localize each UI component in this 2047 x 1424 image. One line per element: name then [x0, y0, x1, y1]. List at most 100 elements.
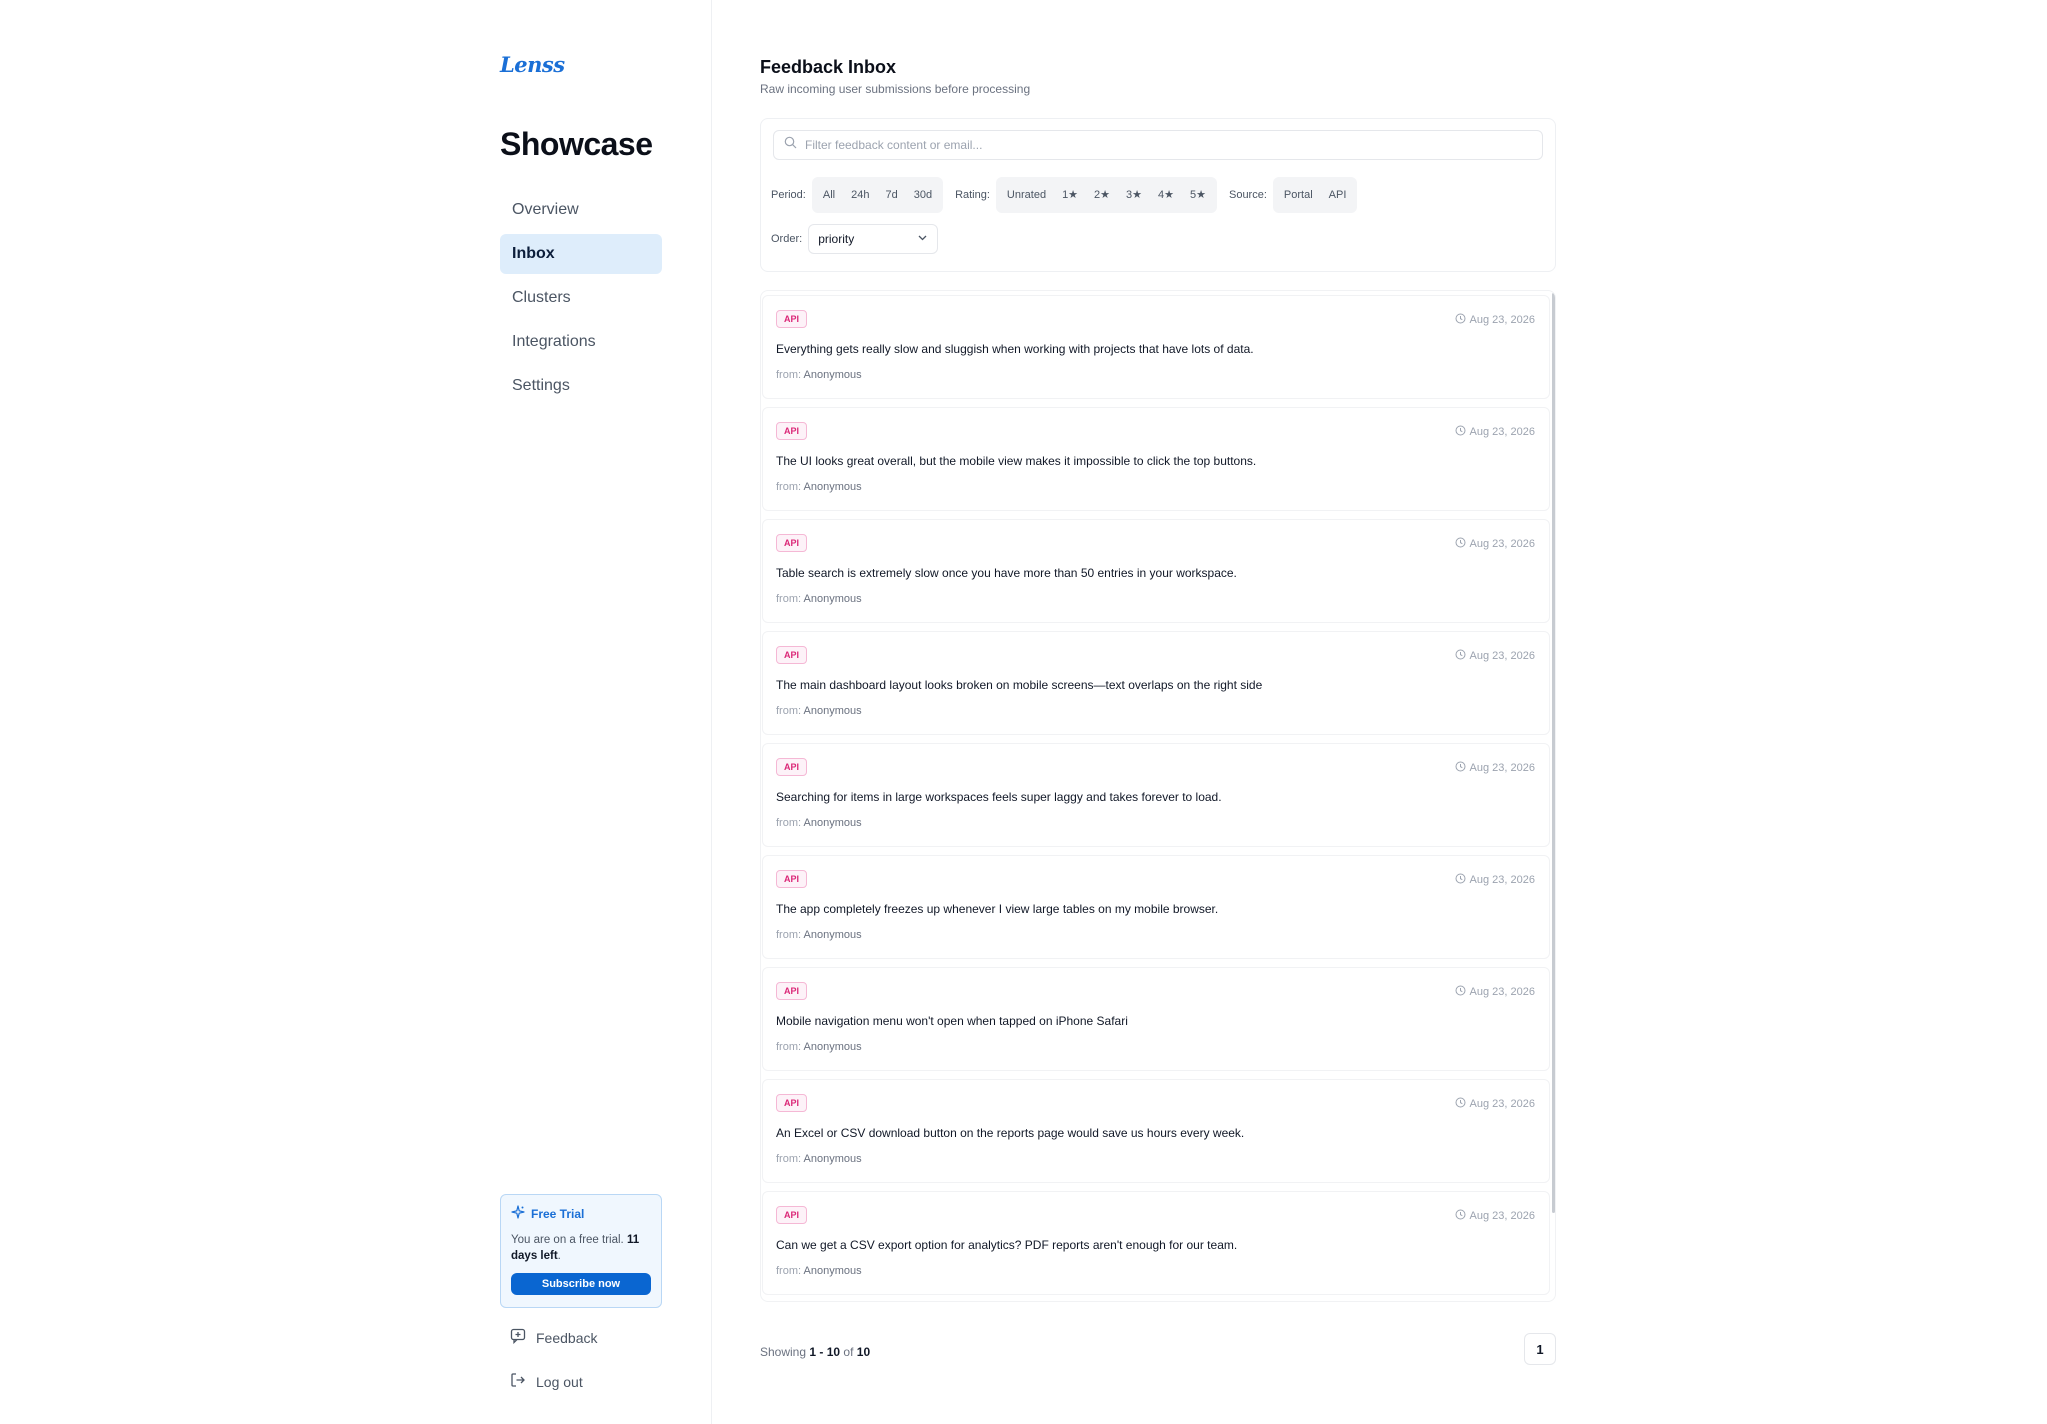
rating-option-2[interactable]: 2★: [1086, 180, 1118, 210]
clock-icon: [1455, 761, 1466, 775]
source-option-portal[interactable]: Portal: [1276, 180, 1321, 210]
feedback-sender-name: Anonymous: [803, 593, 862, 605]
feedback-date: Aug 23, 2026: [1455, 649, 1535, 663]
rating-option-3[interactable]: 3★: [1118, 180, 1150, 210]
feedback-date-text: Aug 23, 2026: [1469, 1098, 1535, 1110]
feedback-sender-name: Anonymous: [803, 1153, 862, 1165]
feedback-from-label: from:: [776, 1041, 802, 1053]
feedback-from-label: from:: [776, 929, 802, 941]
feedback-content: Mobile navigation menu won't open when t…: [776, 1014, 1128, 1028]
list-scrollbar[interactable]: [1552, 293, 1555, 1213]
feedback-sender: from: Anonymous: [776, 593, 862, 605]
sidebar-item-inbox[interactable]: Inbox: [500, 234, 662, 274]
pagination-range: 1 - 10: [809, 1345, 841, 1359]
feedback-sender-name: Anonymous: [803, 1041, 862, 1053]
sidebar-item-clusters[interactable]: Clusters: [500, 278, 662, 318]
feedback-from-label: from:: [776, 593, 802, 605]
feedback-sender-name: Anonymous: [803, 481, 862, 493]
feedback-card[interactable]: API Aug 23, 2026 An Excel or CSV download …: [762, 1079, 1550, 1183]
clock-icon: [1455, 873, 1466, 887]
filter-row-primary: Period: All 24h 7d 30d Rating: Unrated 1…: [771, 177, 1369, 213]
feedback-date: Aug 23, 2026: [1455, 985, 1535, 999]
period-option-24h[interactable]: 24h: [843, 180, 877, 210]
feedback-date-text: Aug 23, 2026: [1469, 650, 1535, 662]
source-label: Source:: [1228, 189, 1267, 201]
free-trial-text-suffix: .: [557, 1250, 561, 1262]
feedback-date-text: Aug 23, 2026: [1469, 762, 1535, 774]
feedback-card[interactable]: API Aug 23, 2026 The app completely freeze…: [762, 855, 1550, 959]
feedback-sender: from: Anonymous: [776, 705, 862, 717]
feedback-content: Can we get a CSV export option for analy…: [776, 1238, 1238, 1252]
feedback-card[interactable]: API Aug 23, 2026 The main dashboard layout…: [762, 631, 1550, 735]
message-plus-icon: [510, 1328, 526, 1347]
feedback-sender: from: Anonymous: [776, 929, 862, 941]
feedback-date: Aug 23, 2026: [1455, 313, 1535, 327]
period-option-7d[interactable]: 7d: [877, 180, 905, 210]
free-trial-header: Free Trial: [511, 1205, 651, 1222]
source-badge: API: [776, 758, 808, 776]
feedback-date: Aug 23, 2026: [1455, 761, 1535, 775]
feedback-card[interactable]: API Aug 23, 2026 Mobile navigation menu wo…: [762, 967, 1550, 1071]
feedback-from-label: from:: [776, 481, 802, 493]
feedback-sender: from: Anonymous: [776, 1153, 862, 1165]
clock-icon: [1455, 1097, 1466, 1111]
period-segmented-control: All 24h 7d 30d: [811, 177, 944, 213]
rating-label: Rating:: [955, 189, 990, 201]
brand-logo[interactable]: Lenss: [500, 52, 565, 77]
page-button-1[interactable]: 1: [1524, 1333, 1556, 1365]
feedback-from-label: from:: [776, 369, 802, 381]
feedback-list: API Aug 23, 2026 Everything gets really sl…: [760, 290, 1556, 1302]
workspace-name: Showcase: [500, 126, 653, 162]
feedback-sender-name: Anonymous: [803, 369, 862, 381]
source-badge: API: [776, 870, 808, 888]
logout-link-label: Log out: [536, 1373, 583, 1390]
rating-option-4[interactable]: 4★: [1150, 180, 1182, 210]
logout-icon: [510, 1372, 526, 1391]
feedback-date: Aug 23, 2026: [1455, 873, 1535, 887]
sidebar-item-settings[interactable]: Settings: [500, 366, 662, 406]
period-option-all[interactable]: All: [815, 180, 843, 210]
sidebar: Lenss Showcase Overview Inbox Clusters I…: [500, 0, 712, 1424]
feedback-content: The UI looks great overall, but the mobi…: [776, 454, 1257, 468]
feedback-card[interactable]: API Aug 23, 2026 The UI looks great overal…: [762, 407, 1550, 511]
period-option-30d[interactable]: 30d: [906, 180, 940, 210]
rating-segmented-control: Unrated 1★ 2★ 3★ 4★ 5★: [995, 177, 1217, 213]
rating-option-unrated[interactable]: Unrated: [999, 180, 1054, 210]
feedback-date: Aug 23, 2026: [1455, 1209, 1535, 1223]
clock-icon: [1455, 649, 1466, 663]
free-trial-title: Free Trial: [531, 1206, 585, 1221]
sidebar-item-label: Inbox: [512, 245, 555, 262]
pagination-summary: Showing 1 - 10 of 10: [760, 1345, 870, 1359]
feedback-content: Everything gets really slow and sluggish…: [776, 342, 1254, 356]
rating-option-1[interactable]: 1★: [1054, 180, 1086, 210]
period-label: Period:: [771, 189, 806, 201]
subscribe-button[interactable]: Subscribe now: [511, 1273, 651, 1295]
feedback-card[interactable]: API Aug 23, 2026 Can we get a CSV export o…: [762, 1191, 1550, 1295]
sidebar-item-label: Integrations: [512, 333, 596, 350]
feedback-date-text: Aug 23, 2026: [1469, 1210, 1535, 1222]
feedback-card[interactable]: API Aug 23, 2026 Everything gets really sl…: [762, 295, 1550, 399]
feedback-date-text: Aug 23, 2026: [1469, 314, 1535, 326]
source-badge: API: [776, 982, 808, 1000]
sidebar-item-overview[interactable]: Overview: [500, 190, 662, 230]
rating-option-5[interactable]: 5★: [1182, 180, 1214, 210]
source-badge: API: [776, 1206, 808, 1224]
feedback-from-label: from:: [776, 1265, 802, 1277]
search-box[interactable]: [773, 130, 1543, 160]
source-option-api[interactable]: API: [1321, 180, 1355, 210]
feedback-date-text: Aug 23, 2026: [1469, 874, 1535, 886]
feedback-sender: from: Anonymous: [776, 1265, 862, 1277]
order-select[interactable]: priority: [808, 224, 939, 254]
source-badge: API: [776, 1094, 808, 1112]
source-badge: API: [776, 646, 808, 664]
logout-link[interactable]: Log out: [510, 1372, 583, 1391]
feedback-link[interactable]: Feedback: [510, 1328, 597, 1347]
feedback-content: An Excel or CSV download button on the r…: [776, 1126, 1245, 1140]
feedback-sender-name: Anonymous: [803, 817, 862, 829]
feedback-card[interactable]: API Aug 23, 2026 Searching for items in la…: [762, 743, 1550, 847]
sidebar-item-integrations[interactable]: Integrations: [500, 322, 662, 362]
feedback-date-text: Aug 23, 2026: [1469, 986, 1535, 998]
search-input[interactable]: [805, 138, 1505, 152]
source-segmented-control: Portal API: [1272, 177, 1358, 213]
feedback-card[interactable]: API Aug 23, 2026 Table search is extremely…: [762, 519, 1550, 623]
